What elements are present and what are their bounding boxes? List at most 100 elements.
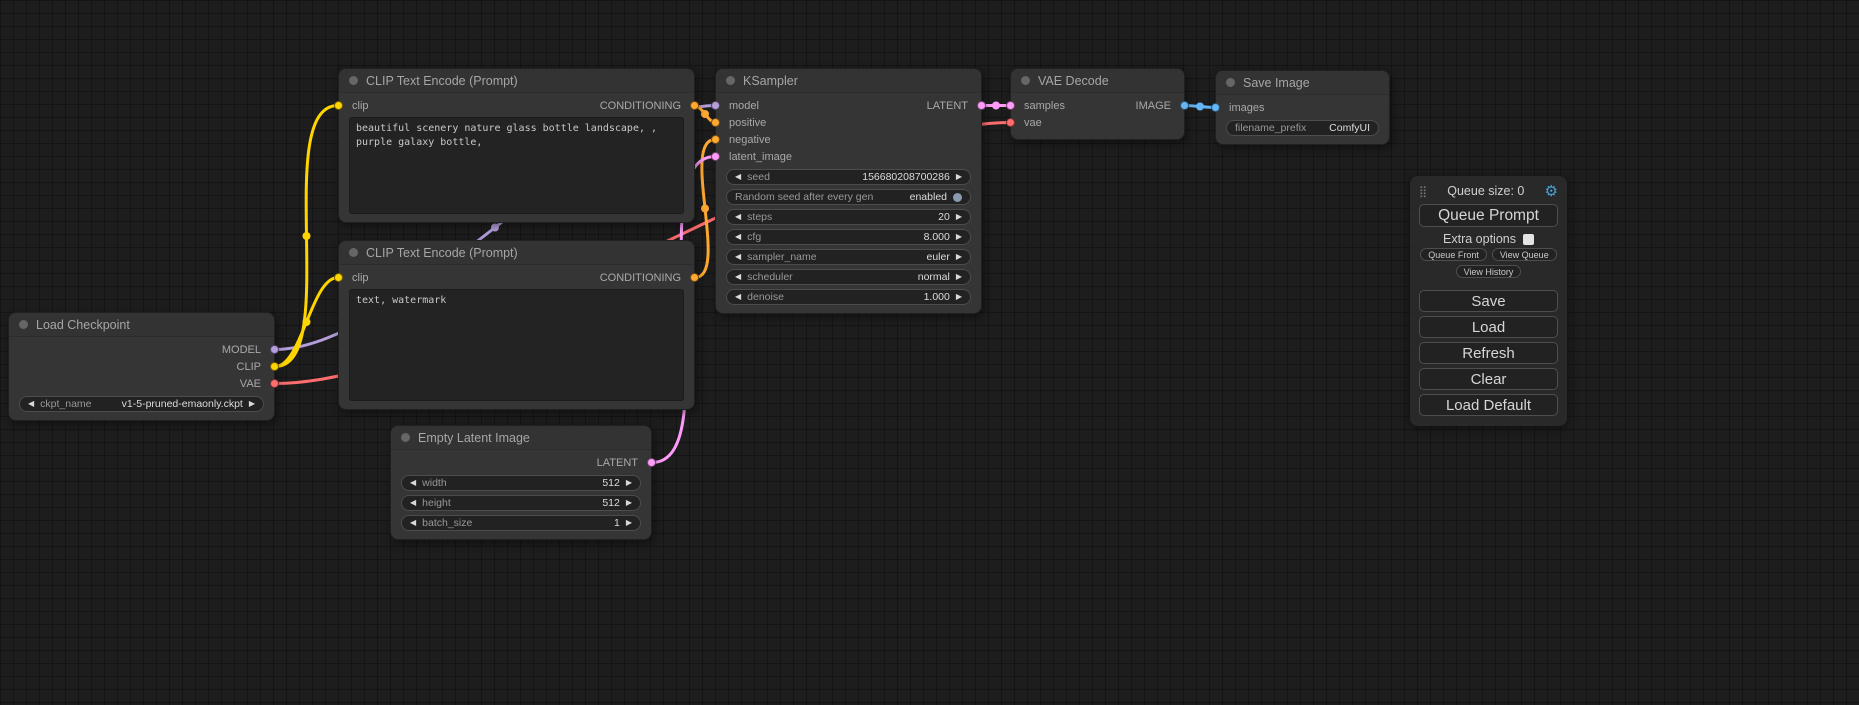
node-clip-text-encode-negative[interactable]: CLIP Text Encode (Prompt) clip CONDITION…: [338, 240, 695, 410]
queue-prompt-button[interactable]: Queue Prompt: [1419, 204, 1558, 227]
collapse-icon[interactable]: [1021, 76, 1030, 85]
decrement-arrow-icon[interactable]: ◀: [735, 213, 741, 221]
increment-arrow-icon[interactable]: ▶: [626, 499, 632, 507]
output-port-clip[interactable]: [270, 362, 279, 371]
widget-batch-size[interactable]: ◀ batch_size 1 ▶: [401, 515, 641, 531]
increment-arrow-icon[interactable]: ▶: [956, 273, 962, 281]
widget-steps[interactable]: ◀ steps 20 ▶: [726, 209, 971, 225]
load-default-button[interactable]: Load Default: [1419, 394, 1558, 416]
increment-arrow-icon[interactable]: ▶: [249, 400, 255, 408]
slot-row: latent_image: [716, 148, 981, 165]
slot-row: LATENT: [391, 454, 651, 471]
collapse-icon[interactable]: [401, 433, 410, 442]
decrement-arrow-icon[interactable]: ◀: [735, 173, 741, 181]
decrement-arrow-icon[interactable]: ◀: [410, 519, 416, 527]
output-port-latent[interactable]: [977, 101, 986, 110]
increment-arrow-icon[interactable]: ▶: [956, 253, 962, 261]
widget-sampler-name[interactable]: ◀ sampler_name euler ▶: [726, 249, 971, 265]
input-port-clip[interactable]: [334, 273, 343, 282]
node-title-bar[interactable]: VAE Decode: [1011, 69, 1184, 93]
drag-handle-icon[interactable]: ⣿: [1419, 185, 1427, 198]
widget-label: cfg: [747, 231, 761, 243]
widget-filename-prefix[interactable]: filename_prefix ComfyUI: [1226, 120, 1379, 136]
output-port-image[interactable]: [1180, 101, 1189, 110]
input-port-latent-image[interactable]: [711, 152, 720, 161]
node-title-bar[interactable]: KSampler: [716, 69, 981, 93]
wire-midpoint-dot: [303, 318, 311, 326]
wire-midpoint-dot: [992, 102, 1000, 110]
input-port-positive[interactable]: [711, 118, 720, 127]
decrement-arrow-icon[interactable]: ◀: [735, 253, 741, 261]
load-button[interactable]: Load: [1419, 316, 1558, 338]
slot-row: VAE: [9, 375, 274, 392]
output-port-conditioning[interactable]: [690, 101, 699, 110]
output-port-vae[interactable]: [270, 379, 279, 388]
increment-arrow-icon[interactable]: ▶: [626, 519, 632, 527]
output-port-latent[interactable]: [647, 458, 656, 467]
node-title-bar[interactable]: CLIP Text Encode (Prompt): [339, 69, 694, 93]
input-port-negative[interactable]: [711, 135, 720, 144]
extra-options-checkbox[interactable]: [1523, 234, 1534, 245]
collapse-icon[interactable]: [19, 320, 28, 329]
input-port-clip[interactable]: [334, 101, 343, 110]
graph-canvas[interactable]: { "colors": { "model": "#B39DDB", "clip"…: [0, 0, 1859, 705]
collapse-icon[interactable]: [1226, 78, 1235, 87]
input-port-model[interactable]: [711, 101, 720, 110]
decrement-arrow-icon[interactable]: ◀: [735, 293, 741, 301]
node-save-image[interactable]: Save Image images filename_prefix ComfyU…: [1215, 70, 1390, 145]
view-history-button[interactable]: View History: [1456, 265, 1522, 278]
collapse-icon[interactable]: [349, 76, 358, 85]
widget-value: 1.000: [924, 291, 950, 303]
widget-control-after-generate[interactable]: Random seed after every gen enabled: [726, 189, 971, 205]
positive-prompt-textarea[interactable]: beautiful scenery nature glass bottle la…: [349, 117, 684, 214]
widget-ckpt-name[interactable]: ◀ ckpt_name v1-5-pruned-emaonly.ckpt ▶: [19, 396, 264, 412]
node-title-bar[interactable]: CLIP Text Encode (Prompt): [339, 241, 694, 265]
increment-arrow-icon[interactable]: ▶: [626, 479, 632, 487]
widget-cfg[interactable]: ◀ cfg 8.000 ▶: [726, 229, 971, 245]
widget-scheduler[interactable]: ◀ scheduler normal ▶: [726, 269, 971, 285]
widget-value: 8.000: [924, 231, 950, 243]
output-port-model[interactable]: [270, 345, 279, 354]
widget-seed[interactable]: ◀ seed 156680208700286 ▶: [726, 169, 971, 185]
clear-button[interactable]: Clear: [1419, 368, 1558, 390]
slot-row: samples IMAGE: [1011, 97, 1184, 114]
node-clip-text-encode-positive[interactable]: CLIP Text Encode (Prompt) clip CONDITION…: [338, 68, 695, 223]
refresh-button[interactable]: Refresh: [1419, 342, 1558, 364]
queue-front-button[interactable]: Queue Front: [1420, 248, 1487, 261]
node-title-bar[interactable]: Load Checkpoint: [9, 313, 274, 337]
save-button[interactable]: Save: [1419, 290, 1558, 312]
node-title-bar[interactable]: Empty Latent Image: [391, 426, 651, 450]
increment-arrow-icon[interactable]: ▶: [956, 173, 962, 181]
increment-arrow-icon[interactable]: ▶: [956, 293, 962, 301]
decrement-arrow-icon[interactable]: ◀: [735, 273, 741, 281]
view-queue-button[interactable]: View Queue: [1492, 248, 1557, 261]
output-port-conditioning[interactable]: [690, 273, 699, 282]
collapse-icon[interactable]: [349, 248, 358, 257]
input-label-positive: positive: [729, 117, 766, 129]
node-load-checkpoint[interactable]: Load Checkpoint MODEL CLIP VAE ◀ ckpt_na…: [8, 312, 275, 421]
collapse-icon[interactable]: [726, 76, 735, 85]
toggle-dot-icon[interactable]: [953, 193, 962, 202]
increment-arrow-icon[interactable]: ▶: [956, 233, 962, 241]
decrement-arrow-icon[interactable]: ◀: [735, 233, 741, 241]
node-ksampler[interactable]: KSampler model LATENT positive negative …: [715, 68, 982, 314]
negative-prompt-textarea[interactable]: text, watermark: [349, 289, 684, 401]
widget-height[interactable]: ◀ height 512 ▶: [401, 495, 641, 511]
input-port-images[interactable]: [1211, 103, 1220, 112]
widget-denoise[interactable]: ◀ denoise 1.000 ▶: [726, 289, 971, 305]
node-vae-decode[interactable]: VAE Decode samples IMAGE vae: [1010, 68, 1185, 140]
output-label-image: IMAGE: [1136, 100, 1171, 112]
input-port-samples[interactable]: [1006, 101, 1015, 110]
widget-label: scheduler: [747, 271, 793, 283]
decrement-arrow-icon[interactable]: ◀: [410, 499, 416, 507]
increment-arrow-icon[interactable]: ▶: [956, 213, 962, 221]
input-port-vae[interactable]: [1006, 118, 1015, 127]
input-label-vae: vae: [1024, 117, 1042, 129]
decrement-arrow-icon[interactable]: ◀: [28, 400, 34, 408]
node-title-bar[interactable]: Save Image: [1216, 71, 1389, 95]
input-label-clip: clip: [352, 100, 369, 112]
decrement-arrow-icon[interactable]: ◀: [410, 479, 416, 487]
widget-width[interactable]: ◀ width 512 ▶: [401, 475, 641, 491]
settings-gear-icon[interactable]: ⚙: [1545, 184, 1558, 199]
node-empty-latent-image[interactable]: Empty Latent Image LATENT ◀ width 512 ▶ …: [390, 425, 652, 540]
